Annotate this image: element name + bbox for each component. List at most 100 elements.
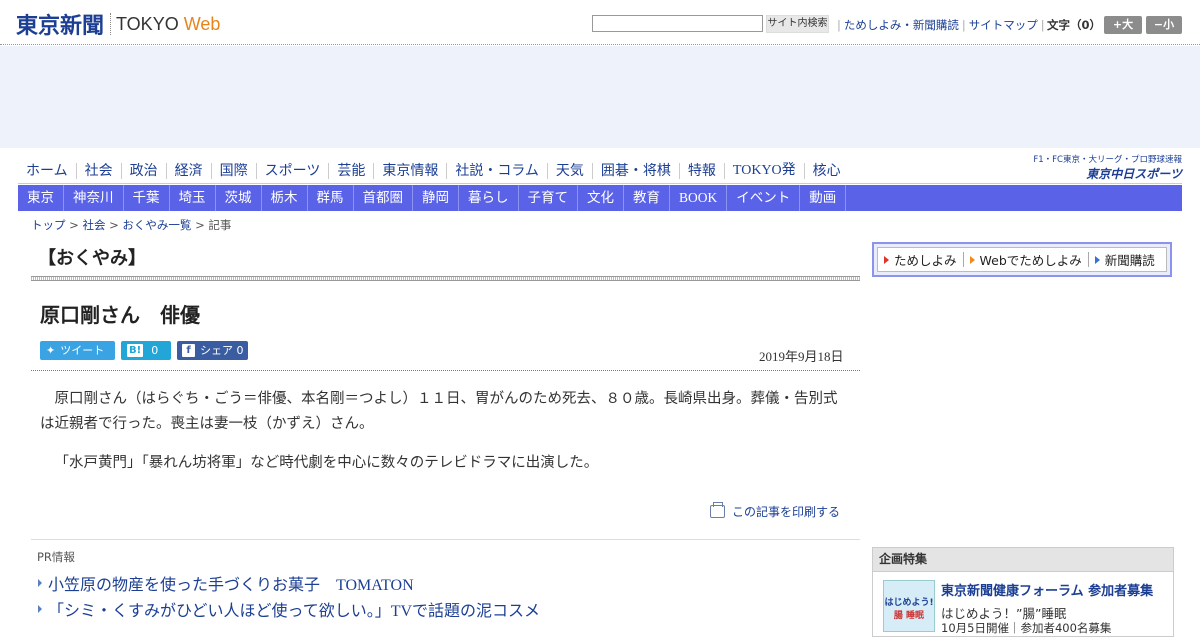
nav-tokyo-info[interactable]: 東京情報 (374, 162, 448, 179)
nav-parenting[interactable]: 子育て (519, 185, 578, 211)
article-date: 2019年9月18日 (759, 349, 844, 364)
nav-international[interactable]: 国際 (212, 162, 257, 179)
breadcrumb-society[interactable]: 社会 (82, 218, 105, 232)
hatena-bookmark-icon: B! (127, 344, 144, 357)
facebook-share-label: シェア (200, 344, 233, 357)
nav-culture[interactable]: 文化 (578, 185, 624, 211)
nav-video[interactable]: 動画 (800, 185, 847, 211)
tweet-button[interactable]: ✦ ツイート (40, 341, 115, 360)
font-size-label: 文字（0） (1047, 18, 1102, 32)
pr-divider (31, 539, 860, 540)
nav-living[interactable]: 暮らし (459, 185, 519, 211)
article-title: 原口剛さん 俳優 (40, 303, 200, 327)
breadcrumb-obituary-list[interactable]: おくやみ一覧 (122, 218, 191, 232)
region-gunma[interactable]: 群馬 (308, 185, 354, 211)
trial-read-label: ためしよみ (894, 253, 957, 268)
thumbnail-title: はじめよう! (884, 598, 934, 608)
trial-read-link[interactable]: ためしよみ (878, 250, 963, 269)
region-ibaraki[interactable]: 茨城 (216, 185, 262, 211)
tweet-label: ツイート (60, 344, 105, 357)
facebook-share-count: 0 (236, 344, 244, 357)
arrow-right-icon (38, 605, 42, 613)
trial-subscribe-link[interactable]: ためしよみ・新聞購読 (844, 18, 959, 32)
section-divider (31, 276, 860, 281)
breadcrumb-sep: > (109, 218, 119, 232)
web-trial-read-label: Webでためしよみ (979, 253, 1082, 268)
logo-tokyo-shimbun: 東京新聞 (16, 14, 105, 39)
nav-tokyo-hatsu[interactable]: TOKYO発 (725, 162, 805, 179)
breadcrumb-sep: > (195, 218, 205, 232)
sitemap-link[interactable]: サイトマップ (969, 18, 1038, 32)
breadcrumb: トップ > 社会 > おくやみ一覧 > 記事 (31, 217, 231, 233)
feature-thumbnail[interactable]: はじめよう! 腸 睡眠 (883, 580, 935, 632)
subscribe-links: ためしよみ Webでためしよみ 新聞購読 (877, 247, 1167, 272)
pr-link-cosme[interactable]: 「シミ・くすみがひどい人ほど使って欲しい。」TVで話題の泥コスメ (38, 597, 540, 621)
facebook-share-button[interactable]: f シェア 0 (177, 341, 248, 360)
region-saitama[interactable]: 埼玉 (170, 185, 216, 211)
site-logo[interactable]: 東京新聞 TOKYO Web (16, 8, 220, 40)
triangle-right-icon (884, 255, 889, 264)
feature-header: 企画特集 (873, 548, 1173, 572)
pr-link-tomaton[interactable]: 小笠原の物産を使った手づくりお菓子 TOMATON (38, 571, 414, 595)
nav-home[interactable]: ホーム (18, 162, 77, 179)
nav-go-shogi[interactable]: 囲碁・将棋 (593, 162, 680, 179)
region-chiba[interactable]: 千葉 (124, 185, 170, 211)
web-trial-read-link[interactable]: Webでためしよみ (964, 250, 1088, 269)
section-title: 【おくやみ】 (38, 248, 146, 269)
nav-special-report[interactable]: 特報 (680, 162, 725, 179)
subscribe-newspaper-label: 新聞購読 (1104, 253, 1155, 268)
nav-society[interactable]: 社会 (77, 162, 122, 179)
font-smaller-button[interactable]: −小 (1146, 16, 1182, 34)
triangle-right-icon (1094, 255, 1100, 264)
nav-book[interactable]: BOOK (670, 185, 728, 211)
region-shutoken[interactable]: 首都圏 (354, 185, 413, 211)
search-button[interactable]: サイト内検索 (766, 15, 829, 33)
article-paragraph-2: 「水戸黄門」「暴れん坊将軍」など時代劇を中心に数々のテレビドラマに出演した。 (54, 455, 599, 471)
search-input[interactable] (592, 15, 763, 32)
region-tochigi[interactable]: 栃木 (262, 185, 308, 211)
nav-weather[interactable]: 天気 (548, 162, 593, 179)
link-divider: | (837, 18, 841, 32)
region-kanagawa[interactable]: 神奈川 (64, 185, 124, 211)
arrow-right-icon (38, 579, 42, 587)
print-article-label: この記事を印刷する (732, 505, 841, 519)
nav-editorial[interactable]: 社説・コラム (447, 162, 548, 179)
subscribe-newspaper-link[interactable]: 新聞購読 (1089, 250, 1161, 269)
article-paragraph-1: 原口剛さん（はらぐち・ごう＝俳優、本名剛＝つよし）１１日、胃がんのため死去、８０… (40, 391, 838, 432)
triangle-right-icon (969, 255, 975, 264)
nav-politics[interactable]: 政治 (122, 162, 167, 179)
nav-core[interactable]: 核心 (805, 163, 849, 179)
chunichi-sports-banner[interactable]: F1・FC東京・大リーグ・プロ野球速報 東京中日スポーツ (1024, 153, 1182, 182)
chunichi-logo: 東京中日スポーツ (1086, 167, 1182, 181)
logo-web-text: Web (183, 13, 221, 34)
thumbnail-subtitle: 腸 睡眠 (893, 611, 925, 621)
site-header: 東京新聞 TOKYO Web サイト内検索 | ためしよみ・新聞購読 | サイトマップ… (0, 0, 1200, 45)
nav-entertainment[interactable]: 芸能 (329, 162, 375, 179)
article-divider (31, 370, 860, 371)
logo-divider (110, 13, 112, 35)
twitter-bird-icon: ✦ (46, 344, 56, 357)
nav-economy[interactable]: 経済 (167, 162, 212, 179)
feature-title-link[interactable]: 東京新聞健康フォーラム 参加者募集 (941, 580, 1153, 599)
pr-link-text: 小笠原の物産を使った手づくりお菓子 TOMATON (48, 577, 414, 594)
nav-education[interactable]: 教育 (624, 185, 670, 211)
breadcrumb-current: 記事 (208, 218, 232, 232)
breadcrumb-top[interactable]: トップ (31, 218, 66, 232)
hatena-bookmark-button[interactable]: B! 0 (121, 341, 171, 360)
feature-box: 企画特集 はじめよう! 腸 睡眠 東京新聞健康フォーラム 参加者募集 はじめよう… (872, 547, 1174, 637)
logo-tokyo-text: TOKYO (116, 13, 179, 34)
pr-link-text: 「シミ・くすみがひどい人ほど使って欲しい。」TVで話題の泥コスメ (48, 603, 541, 620)
facebook-icon: f (182, 344, 195, 357)
region-tokyo[interactable]: 東京 (18, 185, 64, 211)
region-shizuoka[interactable]: 静岡 (413, 185, 459, 211)
pr-label: PR情報 (37, 550, 75, 564)
primary-nav: ホーム 社会 政治 経済 国際 スポーツ 芸能 東京情報 社説・コラム 天気 囲… (18, 158, 1182, 184)
chunichi-tagline: F1・FC東京・大リーグ・プロ野球速報 (1033, 155, 1182, 165)
link-divider: | (961, 18, 966, 32)
nav-event[interactable]: イベント (727, 185, 801, 211)
nav-sports[interactable]: スポーツ (257, 162, 330, 179)
printer-icon (710, 502, 725, 518)
region-nav: 東京 神奈川 千葉 埼玉 茨城 栃木 群馬 首都圏 静岡 暮らし 子育て 文化 … (18, 185, 1182, 211)
print-article-link[interactable]: この記事を印刷する (710, 502, 841, 520)
font-larger-button[interactable]: +大 (1104, 16, 1142, 34)
